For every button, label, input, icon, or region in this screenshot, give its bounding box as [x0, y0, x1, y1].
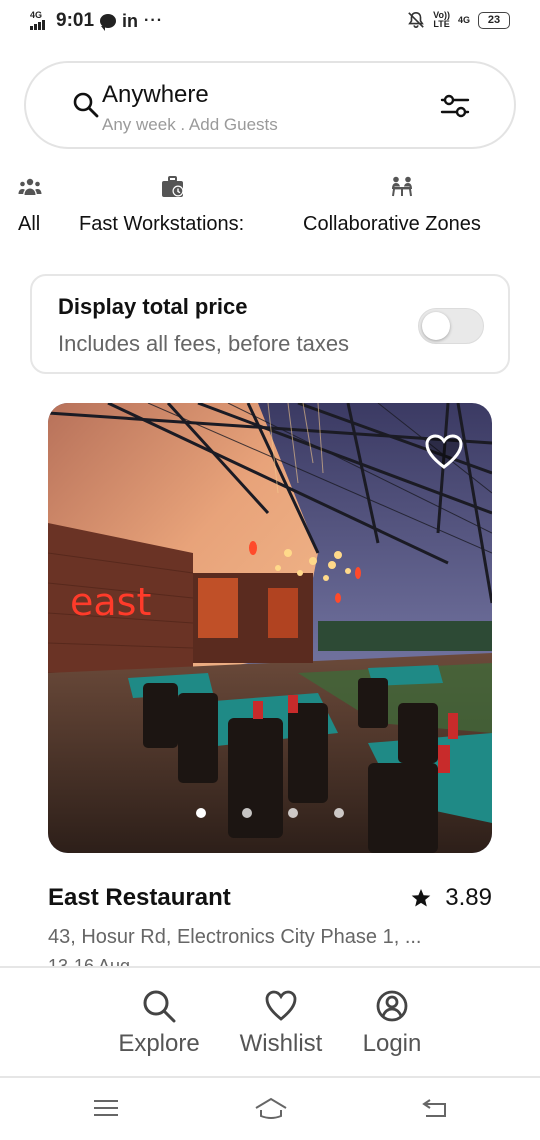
total-price-toggle[interactable] — [418, 308, 484, 344]
recent-apps-icon[interactable] — [92, 1096, 120, 1120]
price-toggle-subtitle: Includes all fees, before taxes — [58, 331, 350, 356]
chat-notification-icon — [100, 14, 117, 31]
heart-icon — [265, 990, 297, 1021]
status-bar: 4G 9:01 in ··· Vo)) LTE 4G 23 — [0, 0, 540, 42]
mute-bell-icon — [408, 11, 424, 28]
battery-icon: 23 — [478, 11, 510, 29]
nav-wishlist-label: Wishlist — [239, 1030, 323, 1057]
linkedin-notification-icon: in — [122, 10, 139, 31]
carousel-dot[interactable] — [242, 808, 252, 818]
nav-wishlist[interactable]: Wishlist — [237, 988, 325, 1058]
volte-indicator: Vo)) LTE — [433, 11, 450, 29]
category-fast-workstations-label: Fast Workstations: — [79, 213, 245, 235]
rating-value: 3.89 — [445, 884, 492, 911]
listing-photo-carousel[interactable]: east — [48, 403, 492, 853]
battery-level: 23 — [487, 14, 501, 26]
category-collaborative-zones[interactable]: Collaborative Zones — [303, 175, 481, 235]
search-location[interactable]: Anywhere — [102, 81, 209, 109]
filter-sliders-icon[interactable] — [440, 91, 470, 121]
category-all[interactable]: All — [18, 175, 42, 235]
carousel-dot[interactable] — [334, 808, 344, 818]
display-total-price-card: Display total price Includes all fees, b… — [30, 274, 510, 374]
back-icon[interactable] — [420, 1096, 448, 1120]
people-group-icon — [18, 178, 42, 195]
more-notifications-icon: ··· — [144, 12, 164, 29]
system-navigation-bar — [0, 1080, 540, 1140]
nav-explore[interactable]: Explore — [117, 988, 201, 1058]
nav-login[interactable]: Login — [360, 988, 424, 1058]
carousel-dot[interactable] — [288, 808, 298, 818]
meeting-table-icon — [392, 176, 412, 197]
search-date-guests[interactable]: Any week . Add Guests — [102, 115, 278, 135]
nav-login-label: Login — [362, 1030, 422, 1057]
listing-name[interactable]: East Restaurant — [48, 884, 231, 912]
network-4g-label: 4G — [457, 14, 470, 25]
restaurant-sign: east — [70, 580, 151, 624]
volte-bottom-label: LTE — [433, 19, 450, 29]
status-time: 9:01 — [56, 10, 95, 31]
home-icon[interactable] — [254, 1096, 288, 1120]
toggle-knob — [422, 312, 450, 340]
category-collaborative-zones-label: Collaborative Zones — [303, 213, 481, 235]
price-toggle-title: Display total price — [58, 294, 248, 319]
search-icon — [73, 92, 99, 118]
network-type-label: 4G — [30, 10, 43, 20]
nav-explore-label: Explore — [118, 1030, 200, 1057]
star-icon — [411, 889, 431, 907]
carousel-dot[interactable] — [196, 808, 206, 818]
cellular-signal-icon: 4G — [30, 11, 50, 31]
listing-rating: 3.89 — [411, 884, 492, 912]
category-fast-workstations[interactable]: Fast Workstations: — [79, 175, 244, 235]
briefcase-clock-icon — [162, 176, 184, 197]
user-circle-icon — [376, 990, 408, 1022]
search-bar[interactable]: Anywhere Any week . Add Guests — [24, 61, 516, 149]
bottom-navigation: Explore Wishlist Login — [0, 966, 540, 1078]
wishlist-heart-icon[interactable] — [424, 433, 464, 471]
search-icon — [143, 990, 176, 1023]
listing-address: 43, Hosur Rd, Electronics City Phase 1, … — [48, 926, 422, 948]
carousel-dots — [48, 808, 492, 818]
category-all-label: All — [18, 213, 41, 235]
